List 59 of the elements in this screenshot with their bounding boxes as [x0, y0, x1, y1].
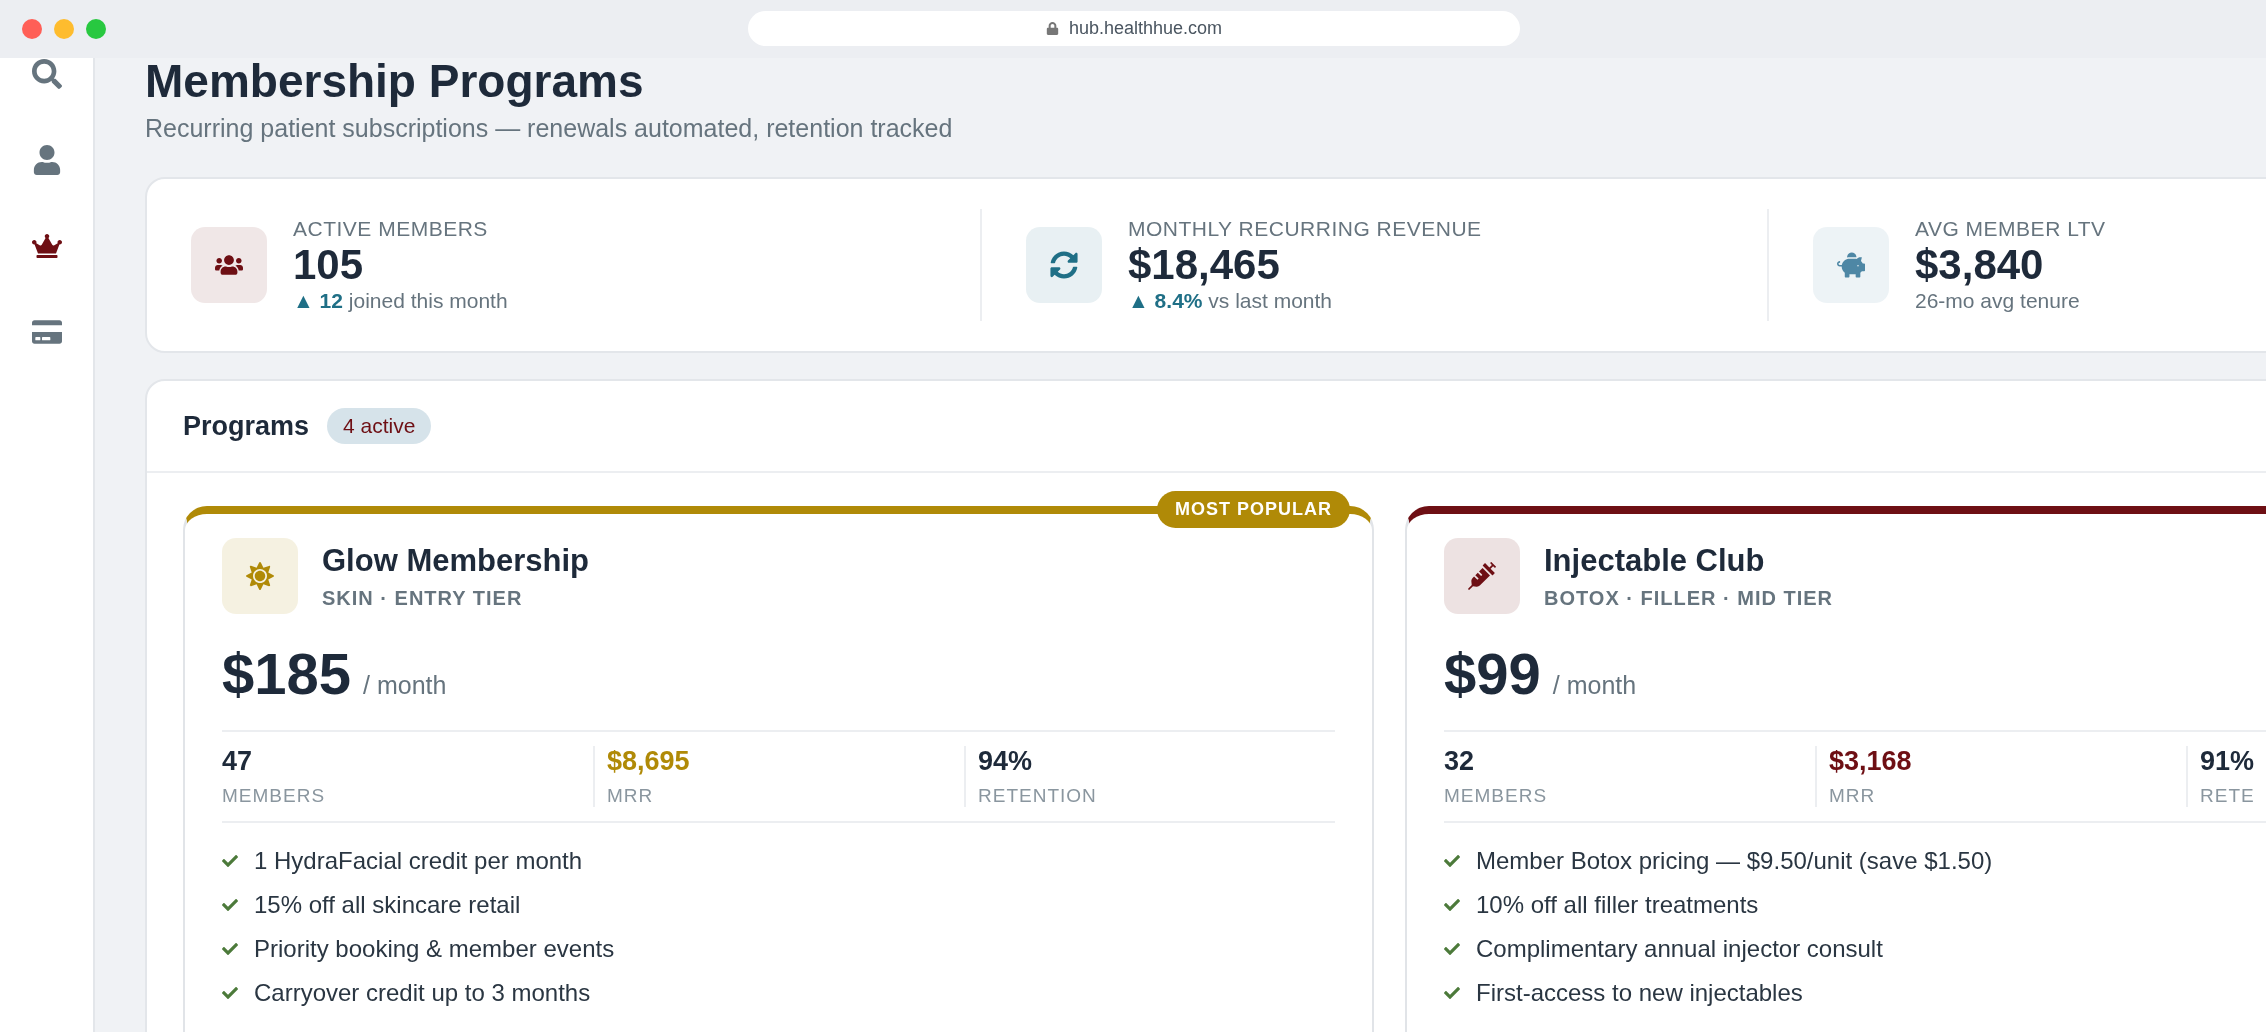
- feature-text: Priority booking & member events: [254, 935, 615, 963]
- feature-text: Carryover credit up to 3 months: [254, 979, 591, 1007]
- price-period: / month: [363, 671, 447, 700]
- feature-text: 1 HydraFacial credit per month: [254, 847, 583, 875]
- popular-badge: MOST POPULAR: [1157, 491, 1350, 528]
- lock-icon: [1045, 22, 1059, 35]
- person-icon: [31, 145, 62, 175]
- check-icon: [1444, 985, 1460, 1001]
- credit-card-icon: [31, 317, 62, 347]
- feature-text: Member Botox pricing — $9.50/unit (save $1.50): [1476, 847, 1993, 875]
- feature-text: First-access to new injectables: [1476, 979, 1803, 1007]
- search-icon: [31, 59, 62, 89]
- crown-icon: [31, 231, 62, 261]
- program-stat-label: MRR: [1829, 785, 1876, 807]
- page-title: Membership Programs: [145, 58, 644, 108]
- feature-text: 10% off all filler treatments: [1476, 891, 1759, 919]
- address-bar[interactable]: hub.healthhue.com: [748, 11, 1520, 46]
- program-stat-label: MEMBERS: [222, 785, 326, 807]
- check-icon: [1444, 853, 1460, 869]
- price-period: / month: [1552, 671, 1637, 700]
- program-stat-label: RETENTION: [978, 785, 1097, 807]
- program-stat-value: 94%: [978, 746, 1033, 777]
- program-price: $99: [1444, 640, 1541, 707]
- stat-label: ACTIVE MEMBERS: [293, 217, 488, 241]
- stat-label: AVG MEMBER LTV: [1915, 217, 2106, 241]
- stat-value: $3,840: [1915, 241, 2044, 289]
- stat-value: 105: [293, 241, 364, 289]
- check-icon: [222, 897, 238, 913]
- program-subtitle: SKIN · ENTRY TIER: [322, 586, 523, 610]
- program-stat-value: $3,168: [1829, 746, 1912, 777]
- stat-label: MONTHLY RECURRING REVENUE: [1128, 217, 1482, 241]
- program-stat-value: $8,695: [607, 746, 690, 777]
- stat-note: ▲ 12 joined this month: [293, 289, 508, 313]
- program-stat-label: MEMBERS: [1444, 785, 1548, 807]
- sun-icon: [222, 538, 298, 614]
- program-name: Glow Membership: [322, 542, 589, 579]
- check-icon: [222, 985, 238, 1001]
- close-window-button[interactable]: [22, 19, 42, 39]
- count-badge: 4 active: [327, 408, 432, 444]
- check-icon: [1444, 941, 1460, 957]
- program-name: Injectable Club: [1544, 542, 1765, 579]
- program-stat-label: RETE: [2200, 785, 2255, 807]
- stat-value: $18,465: [1128, 241, 1280, 289]
- page-subtitle: Recurring patient subscriptions — renewals automated, retention tracked: [145, 114, 953, 143]
- program-price: $185: [222, 640, 352, 707]
- program-subtitle: BOTOX · FILLER · MID TIER: [1544, 586, 1834, 610]
- feature-text: 15% off all skincare retail: [254, 891, 521, 919]
- feature-text: Complimentary annual injector consult: [1476, 935, 1883, 963]
- program-stat-value: 47: [222, 746, 253, 777]
- syringe-icon: [1444, 538, 1520, 614]
- stat-note: ▲ 8.4% vs last month: [1128, 289, 1333, 313]
- program-stat-value: 91%: [2200, 746, 2255, 777]
- check-icon: [222, 853, 238, 869]
- check-icon: [222, 941, 238, 957]
- program-stat-label: MRR: [607, 785, 654, 807]
- check-icon: [1444, 897, 1460, 913]
- stat-note: 26-mo avg tenure: [1915, 289, 2080, 313]
- section-title: Programs: [183, 410, 310, 442]
- program-stat-value: 32: [1444, 746, 1475, 777]
